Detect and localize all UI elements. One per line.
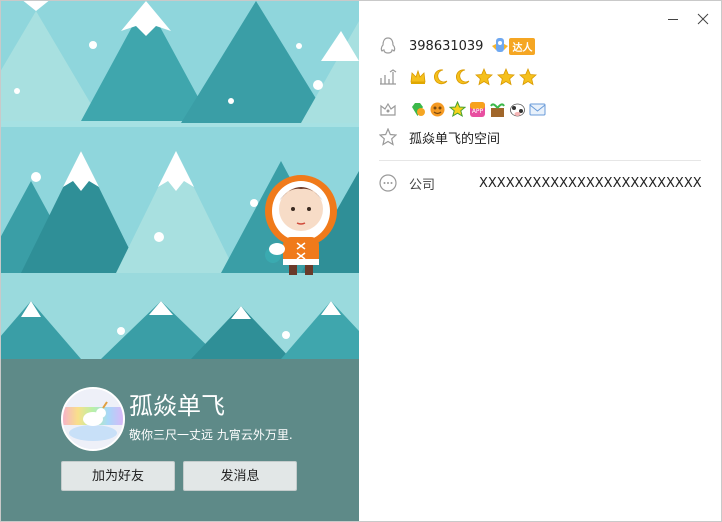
- send-message-button[interactable]: 发消息: [183, 461, 297, 491]
- star-outline-icon: [379, 128, 397, 146]
- farm-icon[interactable]: [489, 101, 506, 118]
- penguin-icon: [379, 37, 397, 55]
- avatar[interactable]: [61, 387, 125, 451]
- winter-cover-image: [1, 1, 359, 359]
- vip-badge-text: 达人: [509, 37, 536, 55]
- moon-icon[interactable]: [453, 68, 471, 86]
- company-label: 公司: [409, 177, 436, 193]
- level-row: [379, 66, 541, 88]
- company-row: 公司 XXXXXXXXXXXXXXXXXXXXXXXXX: [379, 172, 702, 194]
- qzone-link[interactable]: 孤焱单飞的空间: [409, 128, 500, 147]
- profile-card-window: 孤焱单飞 敬你三尺一丈远 九宵云外万里. 加为好友 发消息 398631039 …: [0, 0, 722, 522]
- signature: 敬你三尺一丈远 九宵云外万里.: [129, 428, 293, 442]
- orange-icon[interactable]: [429, 101, 446, 118]
- divider: [379, 160, 701, 161]
- vip-badge[interactable]: 达人: [489, 36, 536, 56]
- minimize-icon[interactable]: [665, 11, 681, 27]
- mail-icon[interactable]: [529, 101, 546, 118]
- company-value: XXXXXXXXXXXXXXXXXXXXXXXXX: [479, 175, 702, 191]
- avatar-image: [63, 389, 123, 449]
- star-icon[interactable]: [519, 68, 537, 86]
- more-icon: [379, 174, 397, 192]
- app-icon[interactable]: APP: [469, 101, 486, 118]
- green-diamond-icon[interactable]: [409, 101, 426, 118]
- qq-number-row: 398631039 达人: [379, 35, 536, 57]
- svg-text:APP: APP: [472, 108, 484, 115]
- rocket-icon: [492, 38, 509, 52]
- close-icon[interactable]: [695, 11, 711, 27]
- crown-outline-icon: [379, 100, 397, 118]
- profile-panel: 孤焱单飞 敬你三尺一丈远 九宵云外万里. 加为好友 发消息: [1, 359, 359, 521]
- services-row: APP: [379, 98, 549, 120]
- qq-number: 398631039: [409, 38, 484, 54]
- qzone-row[interactable]: 孤焱单飞的空间: [379, 126, 500, 148]
- level-chart-icon: [379, 68, 397, 86]
- crown-icon[interactable]: [409, 68, 427, 86]
- cover-panel: 孤焱单飞 敬你三尺一丈远 九宵云外万里. 加为好友 发消息: [1, 1, 359, 521]
- cow-icon[interactable]: [509, 101, 526, 118]
- add-friend-button[interactable]: 加为好友: [61, 461, 175, 491]
- moon-icon[interactable]: [431, 68, 449, 86]
- star-icon[interactable]: [475, 68, 493, 86]
- star-icon[interactable]: [497, 68, 515, 86]
- star-badge-icon[interactable]: [449, 100, 466, 118]
- nickname: 孤焱单飞: [129, 392, 225, 420]
- info-panel: 398631039 达人 APP 孤焱单飞的空间 公司 XXXXXXXXXXXX…: [359, 1, 721, 521]
